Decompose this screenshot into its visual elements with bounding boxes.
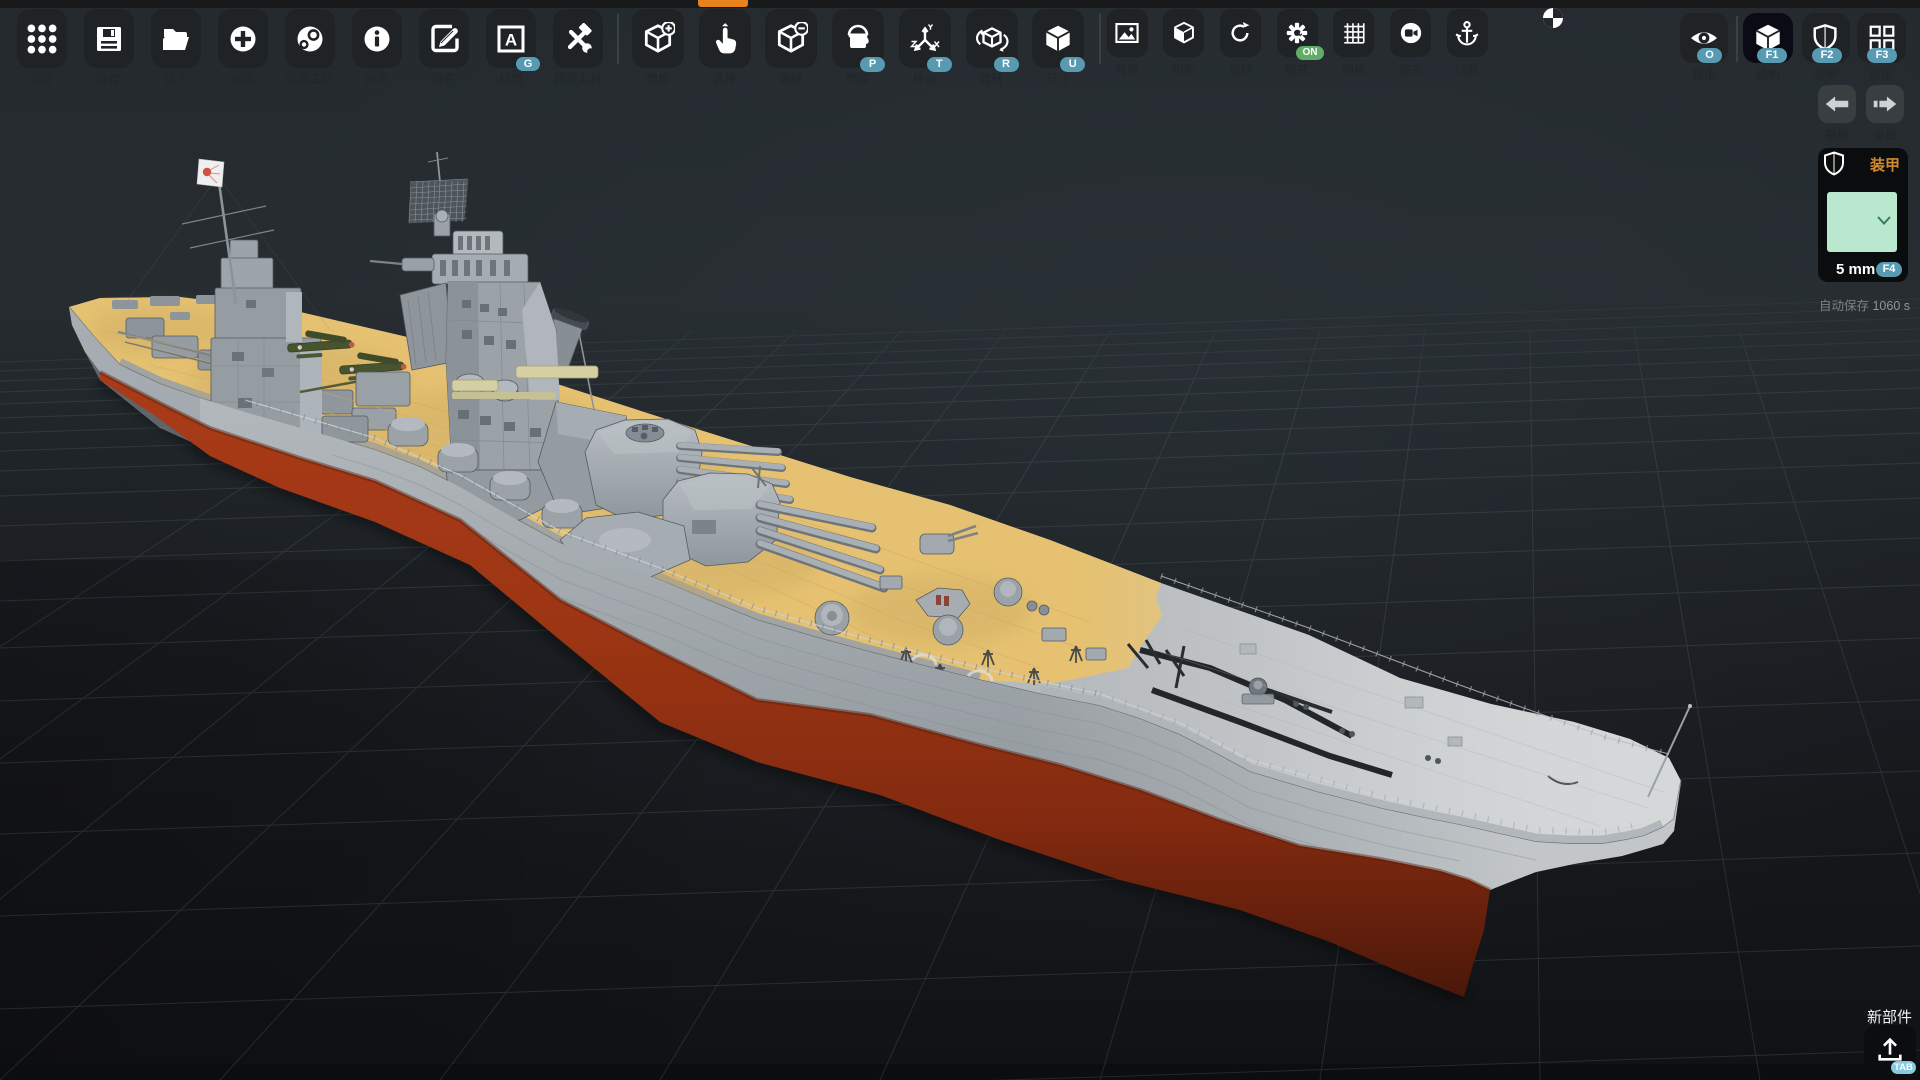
svg-text:A: A bbox=[504, 30, 516, 49]
